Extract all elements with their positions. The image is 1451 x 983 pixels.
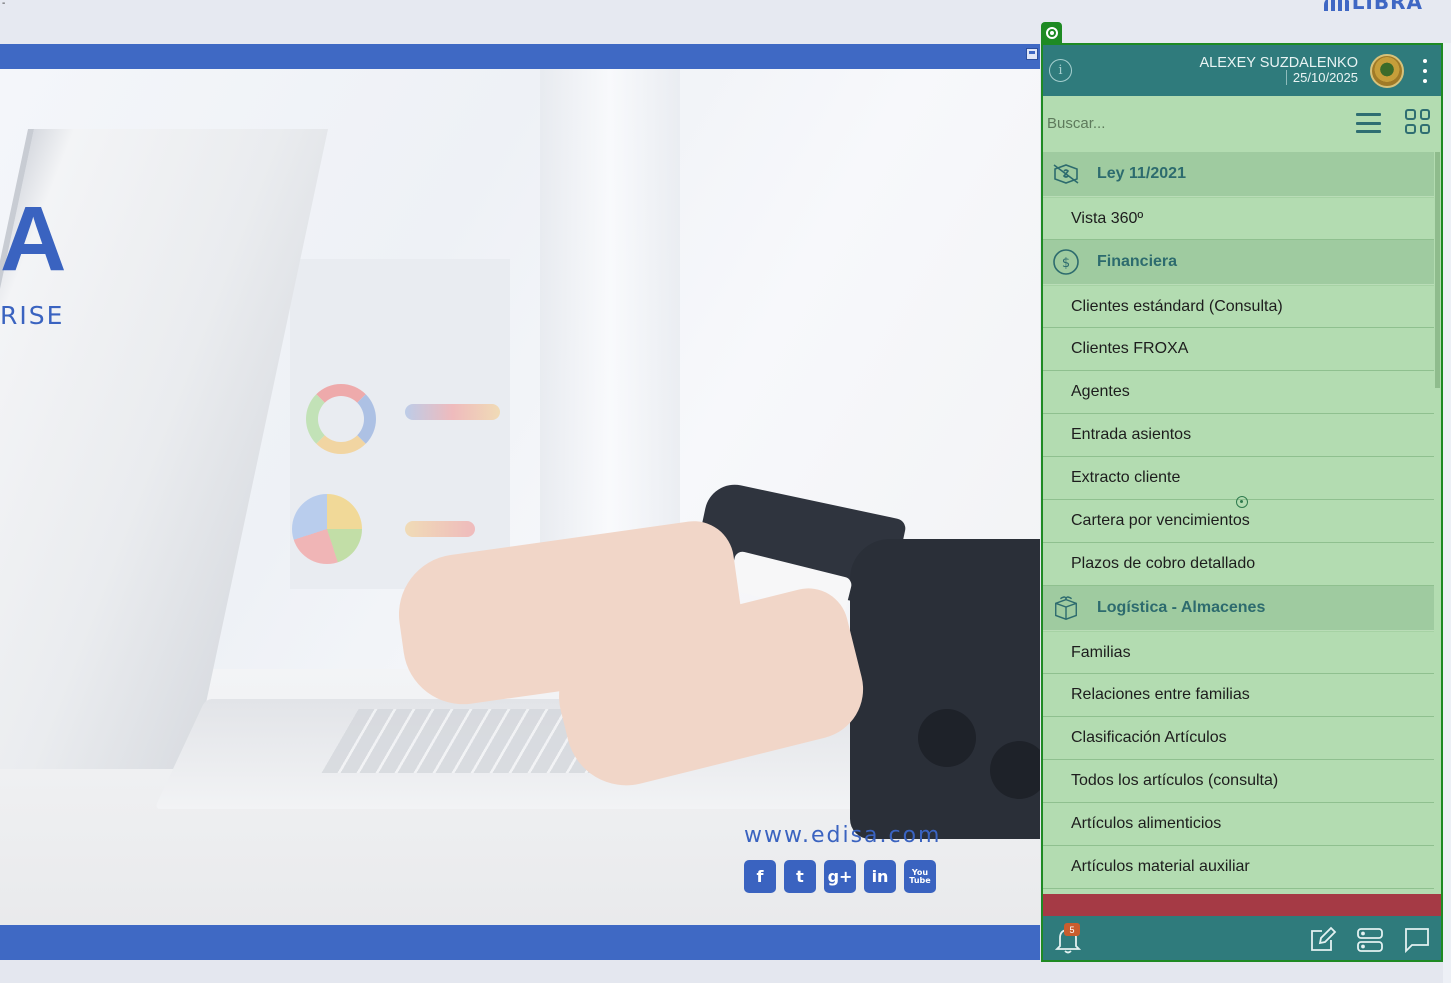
bottom-bar	[0, 925, 1040, 960]
list-view-icon[interactable]	[1356, 113, 1381, 133]
website-link[interactable]: www.edisa.com	[744, 823, 942, 848]
facebook-icon[interactable]: f	[744, 860, 776, 893]
social-links: f t g+ in You Tube	[744, 860, 936, 893]
menu-item-entrada-asientos[interactable]: Entrada asientos	[1043, 414, 1434, 457]
more-options-icon[interactable]	[1422, 59, 1428, 83]
menu-item-articulos-material-auxiliar[interactable]: Artículos material auxiliar	[1043, 846, 1434, 889]
dollar-circle-icon: $	[1052, 248, 1080, 276]
menu-item-clientes-froxa[interactable]: Clientes FROXA	[1043, 328, 1434, 371]
box-icon	[1052, 594, 1080, 622]
section-header-ley[interactable]: Ley 11/2021	[1043, 152, 1434, 197]
libra-logo-text: LIBRA	[1351, 0, 1423, 14]
svg-text:$: $	[1062, 256, 1070, 271]
menu-item-vista-360[interactable]: Vista 360º	[1043, 197, 1434, 240]
notification-badge: 5	[1064, 923, 1080, 936]
sleeve-button	[990, 741, 1040, 799]
google-plus-icon[interactable]: g+	[824, 860, 856, 893]
section-header-logistica[interactable]: Logística - Almacenes	[1043, 586, 1434, 631]
menu-item-extracto-cliente[interactable]: Extracto cliente	[1043, 457, 1434, 500]
menu-item-agentes[interactable]: Agentes	[1043, 371, 1434, 414]
window-light	[540, 69, 680, 589]
bg-pie	[292, 494, 362, 564]
section-header-financiera[interactable]: $ Financiera	[1043, 240, 1434, 285]
grid-view-icon[interactable]	[1405, 109, 1430, 134]
chat-icon[interactable]	[1403, 926, 1431, 954]
menu-item-todos-articulos[interactable]: Todos los artículos (consulta)	[1043, 760, 1434, 803]
scrollbar-thumb[interactable]	[1435, 152, 1440, 388]
page-edge	[1443, 43, 1451, 983]
bg-blob	[405, 521, 475, 537]
sleeve-button	[918, 709, 976, 767]
libra-logo-mark-icon	[1323, 0, 1350, 11]
menu-list: Ley 11/2021 Vista 360º $ Financiera Clie…	[1043, 152, 1434, 889]
menu-item-plazos-cobro[interactable]: Plazos de cobro detallado	[1043, 543, 1434, 586]
user-date: 25/10/2025	[1285, 70, 1358, 85]
menu-item-clientes-estandard[interactable]: Clientes estándard (Consulta)	[1043, 285, 1434, 328]
section-label: Logística - Almacenes	[1097, 599, 1266, 616]
youtube-icon[interactable]: You Tube	[904, 860, 936, 893]
search-input[interactable]	[1047, 112, 1337, 134]
dollar-off-icon	[1052, 160, 1080, 188]
target-icon	[1045, 26, 1058, 39]
edit-icon[interactable]	[1309, 926, 1337, 954]
panel-footer: 5	[1043, 916, 1441, 960]
panel-toggle-tab[interactable]	[1041, 22, 1062, 43]
menu-item-relaciones-familias[interactable]: Relaciones entre familias	[1043, 674, 1434, 717]
section-label: Ley 11/2021	[1097, 165, 1186, 182]
search-bar	[1043, 96, 1441, 152]
menu-item-familias[interactable]: Familias	[1043, 631, 1434, 674]
bg-donut	[306, 384, 376, 454]
menu-item-articulos-alimenticios[interactable]: Artículos alimenticios	[1043, 803, 1434, 846]
server-icon[interactable]	[1356, 926, 1384, 954]
alert-bar	[1043, 894, 1441, 916]
panel-header: i ALEXEY SUZDALENKO 25/10/2025	[1043, 45, 1441, 96]
top-bar: - LIBRA	[0, 0, 1451, 44]
corner-mark: -	[2, 0, 6, 9]
brand-tagline: RISE	[0, 301, 65, 330]
linkedin-icon[interactable]: in	[864, 860, 896, 893]
user-name: ALEXEY SUZDALENKO	[1199, 55, 1359, 71]
brand-letter: A	[0, 188, 67, 290]
twitter-icon[interactable]: t	[784, 860, 816, 893]
avatar[interactable]	[1370, 54, 1404, 88]
libra-logo[interactable]: LIBRA	[1323, 0, 1423, 14]
window-title-bar	[0, 44, 1040, 69]
bg-blob	[405, 404, 500, 420]
cursor-marker-icon	[1236, 496, 1248, 508]
save-icon[interactable]	[1026, 48, 1038, 60]
info-icon[interactable]: i	[1049, 59, 1072, 82]
hero-background-image: A RISE www.edisa.com f t g+ in You Tube	[0, 69, 1040, 925]
section-label: Financiera	[1097, 253, 1178, 270]
menu-item-clasificacion-articulos[interactable]: Clasificación Artículos	[1043, 717, 1434, 760]
